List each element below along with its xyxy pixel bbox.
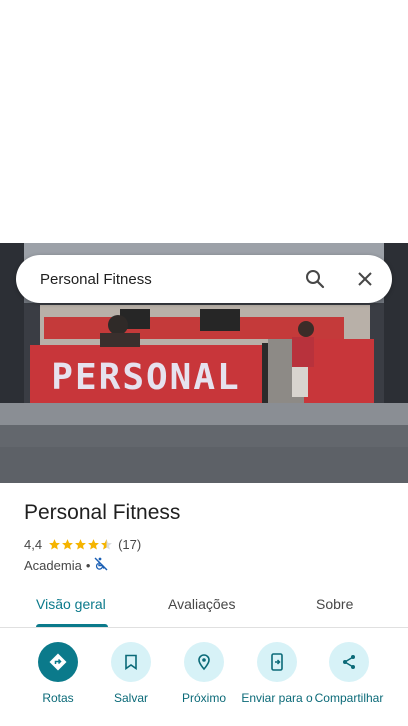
share-button[interactable]: Compartilhar	[309, 642, 389, 705]
map-area-blank	[0, 0, 408, 243]
search-bar[interactable]: Personal Fitness	[16, 255, 392, 303]
directions-label: Rotas	[42, 691, 74, 705]
bookmark-icon	[111, 642, 151, 682]
tab-bar: Visão geral Avaliações Sobre	[0, 585, 408, 628]
search-input[interactable]: Personal Fitness	[40, 271, 302, 288]
star-icon	[62, 539, 73, 550]
place-title: Personal Fitness	[24, 501, 181, 524]
save-button[interactable]: Salvar	[91, 642, 171, 705]
send-to-phone-icon	[257, 642, 297, 682]
rating-value: 4,4	[24, 537, 43, 552]
rating-row[interactable]: 4,4 (17)	[24, 537, 141, 552]
share-icon	[329, 642, 369, 682]
category-row: Academia •	[24, 557, 108, 574]
rating-stars	[48, 538, 113, 551]
nearby-button[interactable]: Próximo	[164, 642, 244, 705]
directions-icon	[38, 642, 78, 682]
save-label: Salvar	[113, 691, 148, 705]
send-to-phone-label: Enviar para o	[241, 691, 313, 705]
nearby-label: Próximo	[181, 691, 226, 705]
separator-dot: •	[85, 558, 91, 573]
star-icon	[75, 539, 86, 550]
nearby-icon	[184, 642, 224, 682]
search-icon[interactable]	[302, 266, 328, 292]
tab-reviews[interactable]: Avaliações	[168, 596, 235, 612]
tab-overview[interactable]: Visão geral	[36, 596, 106, 612]
directions-button[interactable]: Rotas	[18, 642, 98, 705]
place-category: Academia	[24, 558, 82, 573]
send-to-phone-button[interactable]: Enviar para o	[237, 642, 317, 705]
close-icon[interactable]	[352, 266, 378, 292]
active-tab-indicator	[36, 624, 108, 627]
photo-sign-text: PERSONAL	[51, 357, 240, 398]
action-bar: Rotas Salvar Próximo Enviar para o Compa…	[0, 640, 408, 726]
share-label: Compartilhar	[314, 691, 384, 705]
star-icon	[88, 539, 99, 550]
star-icon	[49, 539, 60, 550]
tab-about[interactable]: Sobre	[316, 596, 353, 612]
star-half-icon	[101, 539, 112, 550]
review-count: (17)	[118, 537, 142, 552]
no-wheelchair-icon	[94, 557, 108, 574]
